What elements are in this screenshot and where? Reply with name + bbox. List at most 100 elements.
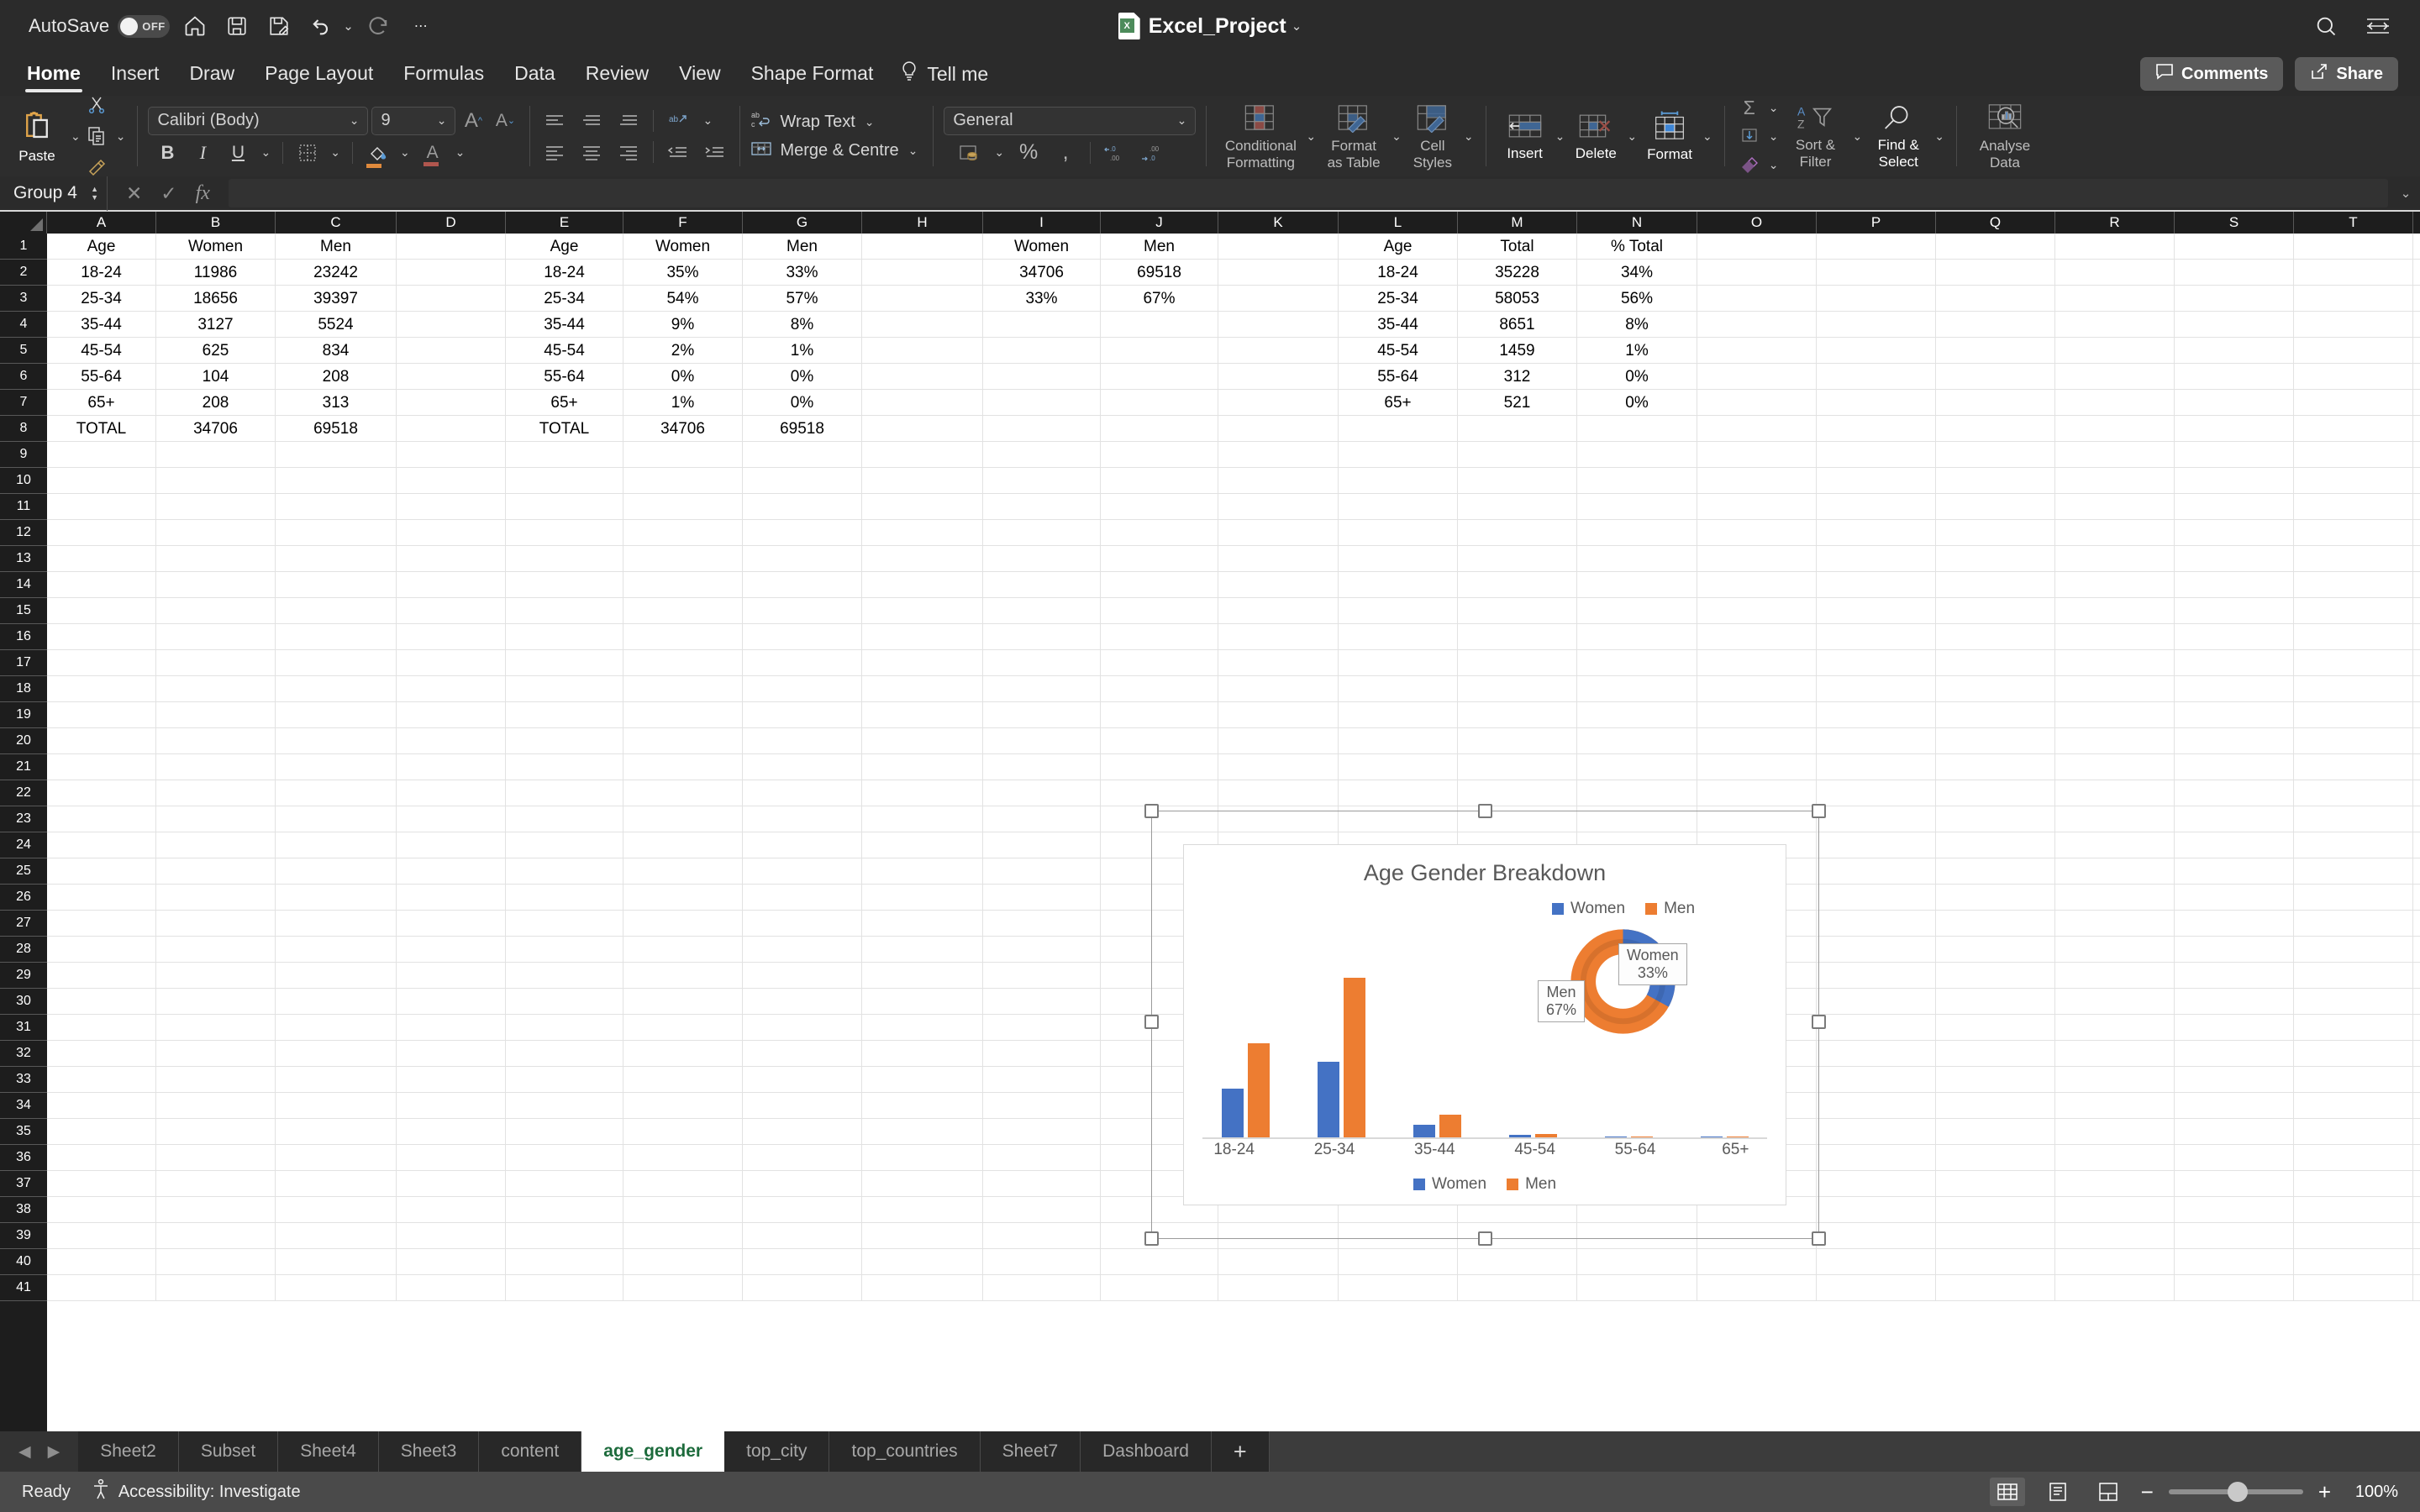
- cell-J19[interactable]: [1101, 702, 1218, 728]
- cell-F18[interactable]: [623, 676, 743, 702]
- cell-F20[interactable]: [623, 728, 743, 754]
- cell-P29[interactable]: [1817, 963, 1936, 989]
- cell-D12[interactable]: [397, 520, 506, 546]
- cell-C41[interactable]: [276, 1275, 397, 1301]
- cell-O41[interactable]: [1697, 1275, 1817, 1301]
- cell-R11[interactable]: [2055, 494, 2175, 520]
- cell-C38[interactable]: [276, 1197, 397, 1223]
- cell-S31[interactable]: [2175, 1015, 2294, 1041]
- formula-input[interactable]: [228, 179, 2388, 207]
- cell-A6[interactable]: 55-64: [47, 364, 156, 390]
- cell-C21[interactable]: [276, 754, 397, 780]
- cell-C33[interactable]: [276, 1067, 397, 1093]
- cell-P14[interactable]: [1817, 572, 1936, 598]
- cell-E29[interactable]: [506, 963, 623, 989]
- cell-G39[interactable]: [743, 1223, 862, 1249]
- cell-U17[interactable]: [2413, 650, 2420, 676]
- cell-Q23[interactable]: [1936, 806, 2055, 832]
- cell-C24[interactable]: [276, 832, 397, 858]
- cell-N41[interactable]: [1577, 1275, 1697, 1301]
- cell-D26[interactable]: [397, 885, 506, 911]
- cell-T28[interactable]: [2294, 937, 2413, 963]
- cell-F17[interactable]: [623, 650, 743, 676]
- cell-R29[interactable]: [2055, 963, 2175, 989]
- cell-R19[interactable]: [2055, 702, 2175, 728]
- cell-A20[interactable]: [47, 728, 156, 754]
- cell-H4[interactable]: [862, 312, 983, 338]
- column-header-J[interactable]: J: [1101, 212, 1218, 234]
- cell-L12[interactable]: [1339, 520, 1458, 546]
- font-size-select[interactable]: 9 ⌄: [371, 106, 456, 135]
- cell-G15[interactable]: [743, 598, 862, 624]
- cell-Q33[interactable]: [1936, 1067, 2055, 1093]
- cell-C19[interactable]: [276, 702, 397, 728]
- align-center-icon[interactable]: [577, 139, 606, 165]
- cell-O6[interactable]: [1697, 364, 1817, 390]
- cell-D8[interactable]: [397, 416, 506, 442]
- cell-M11[interactable]: [1458, 494, 1577, 520]
- align-bottom-icon[interactable]: [614, 108, 643, 134]
- cell-B29[interactable]: [156, 963, 276, 989]
- cell-B34[interactable]: [156, 1093, 276, 1119]
- cell-P9[interactable]: [1817, 442, 1936, 468]
- cell-O17[interactable]: [1697, 650, 1817, 676]
- page-break-view-icon[interactable]: [2091, 1478, 2126, 1506]
- cell-G32[interactable]: [743, 1041, 862, 1067]
- cell-D32[interactable]: [397, 1041, 506, 1067]
- cell-P7[interactable]: [1817, 390, 1936, 416]
- cell-Q37[interactable]: [1936, 1171, 2055, 1197]
- cell-C39[interactable]: [276, 1223, 397, 1249]
- resize-handle-nw[interactable]: [1144, 804, 1159, 818]
- cell-K11[interactable]: [1218, 494, 1339, 520]
- cell-R25[interactable]: [2055, 858, 2175, 885]
- cell-T15[interactable]: [2294, 598, 2413, 624]
- cell-I23[interactable]: [983, 806, 1101, 832]
- cell-H10[interactable]: [862, 468, 983, 494]
- cell-C14[interactable]: [276, 572, 397, 598]
- cell-K15[interactable]: [1218, 598, 1339, 624]
- cell-F32[interactable]: [623, 1041, 743, 1067]
- find-select-chevron-down-icon[interactable]: ⌄: [1933, 129, 1946, 144]
- fill-chevron-down-icon[interactable]: ⌄: [1767, 129, 1781, 144]
- cell-F39[interactable]: [623, 1223, 743, 1249]
- row-header-3[interactable]: 3: [0, 286, 47, 312]
- cell-U1[interactable]: [2413, 234, 2420, 260]
- cell-H26[interactable]: [862, 885, 983, 911]
- cell-L14[interactable]: [1339, 572, 1458, 598]
- cell-K10[interactable]: [1218, 468, 1339, 494]
- cell-I19[interactable]: [983, 702, 1101, 728]
- cell-F27[interactable]: [623, 911, 743, 937]
- cell-K5[interactable]: [1218, 338, 1339, 364]
- cell-K14[interactable]: [1218, 572, 1339, 598]
- cell-N7[interactable]: 0%: [1577, 390, 1697, 416]
- cell-E6[interactable]: 55-64: [506, 364, 623, 390]
- cell-E30[interactable]: [506, 989, 623, 1015]
- cell-T6[interactable]: [2294, 364, 2413, 390]
- cell-M22[interactable]: [1458, 780, 1577, 806]
- cell-B39[interactable]: [156, 1223, 276, 1249]
- cell-H14[interactable]: [862, 572, 983, 598]
- cell-H19[interactable]: [862, 702, 983, 728]
- cell-P27[interactable]: [1817, 911, 1936, 937]
- cell-H36[interactable]: [862, 1145, 983, 1171]
- cell-B7[interactable]: 208: [156, 390, 276, 416]
- cell-P10[interactable]: [1817, 468, 1936, 494]
- sort-filter-chevron-down-icon[interactable]: ⌄: [1851, 129, 1865, 144]
- cell-J13[interactable]: [1101, 546, 1218, 572]
- row-header-25[interactable]: 25: [0, 858, 47, 885]
- cell-I10[interactable]: [983, 468, 1101, 494]
- cell-G34[interactable]: [743, 1093, 862, 1119]
- cell-I18[interactable]: [983, 676, 1101, 702]
- cell-A31[interactable]: [47, 1015, 156, 1041]
- cell-G17[interactable]: [743, 650, 862, 676]
- cell-R12[interactable]: [2055, 520, 2175, 546]
- cell-B10[interactable]: [156, 468, 276, 494]
- cell-I26[interactable]: [983, 885, 1101, 911]
- cell-G12[interactable]: [743, 520, 862, 546]
- search-icon[interactable]: [2309, 9, 2343, 43]
- cell-S2[interactable]: [2175, 260, 2294, 286]
- cell-D4[interactable]: [397, 312, 506, 338]
- cell-F33[interactable]: [623, 1067, 743, 1093]
- cell-S22[interactable]: [2175, 780, 2294, 806]
- cell-M7[interactable]: 521: [1458, 390, 1577, 416]
